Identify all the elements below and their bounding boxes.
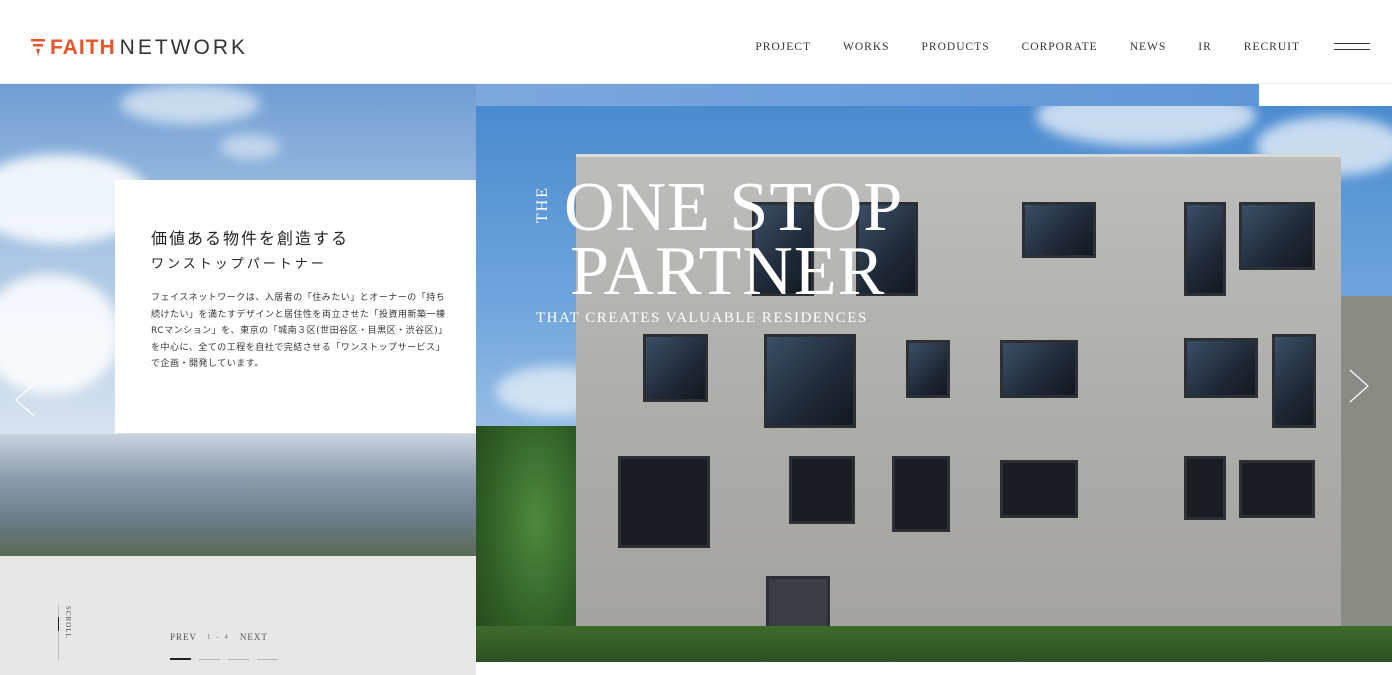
slider-pager: PREV 1 - 4 NEXT [170, 632, 268, 642]
nav-link-ir[interactable]: IR [1198, 40, 1212, 54]
prev-button[interactable]: PREV [170, 632, 197, 642]
chevron-right-icon[interactable] [1346, 368, 1372, 404]
nav-link-corporate[interactable]: CORPORATE [1022, 40, 1098, 54]
hero-title-the: THE [534, 186, 551, 224]
slide-indicators [170, 658, 278, 660]
scroll-indicator-bar [58, 617, 59, 631]
nav-link-news[interactable]: NEWS [1130, 40, 1167, 54]
nav-link-recruit[interactable]: RECRUIT [1244, 40, 1300, 54]
faith-network-logo[interactable]: FAITH NETWORK [30, 35, 248, 59]
slide-dot-3[interactable] [228, 659, 249, 660]
next-button[interactable]: NEXT [240, 632, 268, 642]
hero-image: THE ONE STOP PARTNER THAT CREATES VALUAB… [476, 106, 1392, 662]
hero-sky-strip [476, 84, 1259, 106]
hamburger-icon[interactable] [1334, 43, 1370, 51]
logo-mark-icon [31, 39, 45, 56]
intro-heading: 価値ある物件を創造する [151, 229, 350, 248]
neighbor-house [1341, 296, 1392, 662]
ground-landscaping [476, 626, 1392, 662]
site-header: FAITH NETWORK PROJECT WORKS PRODUCTS COR… [0, 0, 1392, 84]
hero-title-line1: ONE STOP [564, 169, 904, 246]
slide-counter: 1 - 4 [207, 633, 230, 641]
city-skyline-image [0, 434, 476, 556]
intro-body-text: フェイスネットワークは、入居者の「住みたい」とオーナーの「持ち続けたい」を満たす… [151, 293, 448, 369]
intro-card: 価値ある物件を創造する ワンストップパートナー フェイスネットワークは、入居者の… [115, 180, 476, 433]
intro-subheading: ワンストップパートナー [151, 257, 327, 272]
slide-dot-4[interactable] [257, 659, 278, 660]
chevron-left-icon[interactable] [12, 382, 38, 418]
nav-link-products[interactable]: PRODUCTS [922, 40, 990, 54]
main-nav: PROJECT WORKS PRODUCTS CORPORATE NEWS IR… [755, 40, 1300, 54]
nav-link-works[interactable]: WORKS [843, 40, 890, 54]
logo-text-network: NETWORK [119, 35, 248, 59]
hero-tagline: THAT CREATES VALUABLE RESIDENCES [536, 310, 868, 326]
scroll-indicator-track [58, 605, 59, 660]
scroll-label: SCROLL [64, 606, 72, 639]
slide-dot-1[interactable] [170, 658, 191, 660]
slide-dot-2[interactable] [199, 659, 220, 660]
hero-title-line2: PARTNER [570, 233, 886, 310]
hero-corner-gap [1259, 84, 1392, 106]
logo-text-faith: FAITH [50, 35, 116, 59]
nav-link-project[interactable]: PROJECT [755, 40, 811, 54]
